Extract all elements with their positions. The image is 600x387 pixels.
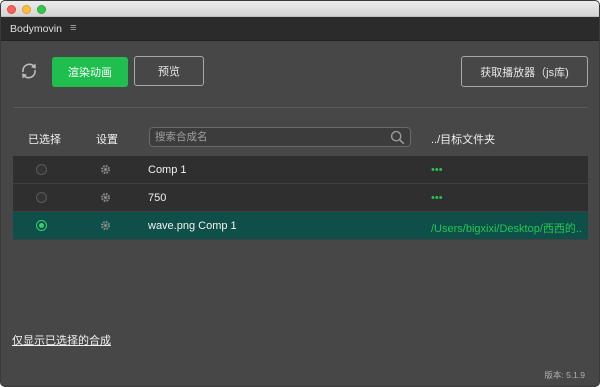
bodymovin-window: Bodymovin ≡ 渲染动画 预览 获取播放器（js库) 已选择 设置 ..… [0, 0, 600, 387]
select-radio[interactable] [36, 192, 47, 203]
render-button[interactable]: 渲染动画 [52, 57, 128, 87]
search-icon [390, 130, 405, 145]
maximize-window-button[interactable] [37, 5, 46, 14]
select-radio[interactable] [36, 220, 47, 231]
destination-path[interactable]: /Users/bigxixi/Desktop/西西的... [431, 220, 581, 236]
composition-list: Comp 1 ••• 750 ••• wave.png Comp 1 /User… [13, 156, 588, 240]
toolbar-divider [13, 107, 588, 108]
refresh-icon[interactable] [18, 60, 40, 82]
panel-tab-title[interactable]: Bodymovin [10, 23, 62, 35]
version-label: 版本: 5.1.9 [544, 370, 585, 380]
composition-row[interactable]: Comp 1 ••• [13, 156, 588, 184]
preview-button[interactable]: 预览 [134, 56, 204, 86]
composition-row[interactable]: wave.png Comp 1 /Users/bigxixi/Desktop/西… [13, 212, 588, 240]
gear-icon[interactable] [99, 219, 112, 232]
composition-name: Comp 1 [148, 164, 187, 176]
destination-path[interactable]: ••• [431, 192, 581, 204]
composition-name: 750 [148, 192, 167, 204]
column-header-settings: 设置 [96, 134, 118, 146]
composition-name: wave.png Comp 1 [148, 220, 237, 232]
panel-menu-icon[interactable]: ≡ [70, 22, 76, 34]
minimize-window-button[interactable] [22, 5, 31, 14]
gear-icon[interactable] [99, 163, 112, 176]
panel-header: Bodymovin ≡ [1, 17, 599, 41]
search-field[interactable] [149, 127, 411, 147]
get-player-button[interactable]: 获取播放器（js库) [461, 56, 588, 87]
composition-row[interactable]: 750 ••• [13, 184, 588, 212]
column-header-selected: 已选择 [28, 134, 61, 146]
show-selected-only-link[interactable]: 仅显示已选择的合成 [12, 332, 111, 348]
window-titlebar [1, 1, 599, 17]
destination-path[interactable]: ••• [431, 164, 581, 176]
gear-icon[interactable] [99, 191, 112, 204]
search-input[interactable] [155, 129, 385, 145]
select-radio[interactable] [36, 164, 47, 175]
close-window-button[interactable] [7, 5, 16, 14]
column-header-destination: ../目标文件夹 [431, 134, 496, 146]
